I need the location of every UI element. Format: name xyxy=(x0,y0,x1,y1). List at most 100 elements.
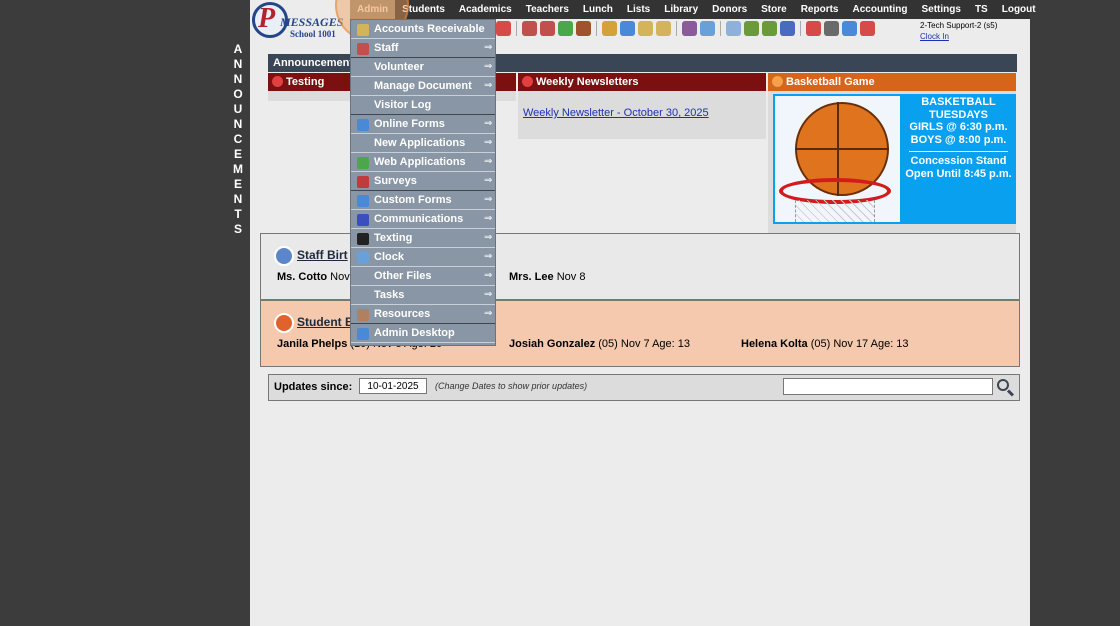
person-icon[interactable] xyxy=(682,21,697,36)
card-icon[interactable] xyxy=(744,21,759,36)
stack-icon[interactable] xyxy=(824,21,839,36)
nav-donors[interactable]: Donors xyxy=(705,0,754,19)
staff-date: Nov xyxy=(330,271,350,283)
people-icon[interactable] xyxy=(576,21,591,36)
user-name: 2-Tech Support-2 (s5) xyxy=(920,21,998,30)
announcement-icon xyxy=(522,76,533,87)
nav-store[interactable]: Store xyxy=(754,0,794,19)
staff-date: Nov 8 xyxy=(556,271,586,283)
menu-item-label: Communications xyxy=(374,213,464,225)
printer-icon[interactable] xyxy=(762,21,777,36)
vertical-letter: C xyxy=(233,132,243,146)
submenu-arrow-icon: ⇒ xyxy=(484,175,493,186)
power-icon[interactable] xyxy=(860,21,875,36)
menu-item-surveys[interactable]: Surveys ⇒ xyxy=(351,172,495,191)
student-name: Josiah Gonzalez xyxy=(509,338,596,350)
pencil-icon[interactable] xyxy=(638,21,653,36)
toolbar-separator xyxy=(516,21,517,36)
nav-logout[interactable]: Logout xyxy=(995,0,1043,19)
toolbar-separator xyxy=(676,21,677,36)
student-birthdays-title[interactable]: Student B xyxy=(297,315,354,329)
basketball-poster[interactable]: BASKETBALL TUESDAYS GIRLS @ 6:30 p.m. BO… xyxy=(773,94,1016,224)
online-forms-icon xyxy=(357,119,369,131)
menu-item-other-files[interactable]: Other Files ⇒ xyxy=(351,267,495,286)
menu-item-label: Visitor Log xyxy=(374,99,432,111)
menu-item-resources[interactable]: Resources ⇒ xyxy=(351,305,495,324)
student-icon[interactable] xyxy=(540,21,555,36)
announcement-icon xyxy=(272,76,283,87)
cake-icon xyxy=(274,246,294,266)
newsletter-card-header[interactable]: Weekly Newsletters xyxy=(518,73,766,91)
updates-date-input[interactable] xyxy=(359,378,427,394)
nav-lists[interactable]: Lists xyxy=(620,0,657,19)
nav-ts[interactable]: TS xyxy=(968,0,995,19)
search-input[interactable] xyxy=(783,378,993,395)
menu-item-volunteer[interactable]: Volunteer ⇒ xyxy=(351,58,495,77)
menu-item-web-applications[interactable]: Web Applications ⇒ xyxy=(351,153,495,172)
menu-item-communications[interactable]: Communications ⇒ xyxy=(351,210,495,229)
web-applications-icon xyxy=(357,157,369,169)
nav-academics[interactable]: Academics xyxy=(452,0,519,19)
poster-line: TUESDAYS xyxy=(929,108,988,121)
menu-item-label: Texting xyxy=(374,232,413,244)
menu-item-new-applications[interactable]: New Applications ⇒ xyxy=(351,134,495,153)
submenu-arrow-icon: ⇒ xyxy=(484,137,493,148)
menu-item-label: Other Files xyxy=(374,270,432,282)
student-birthday-entry: Josiah Gonzalez (05) Nov 7 Age: 13 xyxy=(509,338,690,350)
menu-item-accounts-receivable[interactable]: Accounts Receivable xyxy=(351,20,495,39)
nav-students[interactable]: Students xyxy=(395,0,452,19)
nav-library[interactable]: Library xyxy=(657,0,705,19)
menu-item-online-forms[interactable]: Online Forms ⇒ xyxy=(351,115,495,134)
ap-icon[interactable] xyxy=(780,21,795,36)
nav-accounting[interactable]: Accounting xyxy=(846,0,915,19)
vertical-letter: N xyxy=(233,57,243,71)
lunch-icon[interactable] xyxy=(602,21,617,36)
staff-name: Mrs. Lee xyxy=(509,271,554,283)
announcements-vertical-label: ANNOUNCEMENTS xyxy=(232,42,244,237)
menu-item-clock[interactable]: Clock ⇒ xyxy=(351,248,495,267)
ball-seam xyxy=(795,148,889,150)
menu-item-custom-forms[interactable]: Custom Forms ⇒ xyxy=(351,191,495,210)
menu-item-label: New Applications xyxy=(374,137,466,149)
clock-icon[interactable] xyxy=(700,21,715,36)
menu-item-staff[interactable]: Staff ⇒ xyxy=(351,39,495,58)
newsletter-card-title: Weekly Newsletters xyxy=(536,76,639,88)
poster-text: BASKETBALL TUESDAYS GIRLS @ 6:30 p.m. BO… xyxy=(901,94,1016,180)
book-icon[interactable] xyxy=(620,21,635,36)
menu-item-manage-document[interactable]: Manage Document ⇒ xyxy=(351,77,495,96)
nav-settings[interactable]: Settings xyxy=(915,0,968,19)
nav-reports[interactable]: Reports xyxy=(794,0,846,19)
nav-admin[interactable]: Admin xyxy=(350,0,396,19)
nav-lunch[interactable]: Lunch xyxy=(576,0,620,19)
menu-item-label: Online Forms xyxy=(374,118,445,130)
clock-in-link[interactable]: Clock In xyxy=(920,32,949,41)
staff-birthdays-title[interactable]: Staff Birt xyxy=(297,248,348,262)
newsletter-link[interactable]: Weekly Newsletter - October 30, 2025 xyxy=(523,107,709,119)
search-button[interactable] xyxy=(995,377,1015,397)
menu-item-label: Custom Forms xyxy=(374,194,452,206)
pdf-icon[interactable] xyxy=(806,21,821,36)
calendar-icon[interactable] xyxy=(726,21,741,36)
basketball-card-header[interactable]: Basketball Game xyxy=(768,73,1016,91)
envelope-icon[interactable] xyxy=(656,21,671,36)
updates-since-label: Updates since: xyxy=(274,381,353,393)
toolbar-separator xyxy=(596,21,597,36)
flag-icon[interactable] xyxy=(496,21,511,36)
menu-item-tasks[interactable]: Tasks ⇒ xyxy=(351,286,495,305)
help-icon[interactable] xyxy=(842,21,857,36)
menu-item-admin-desktop[interactable]: Admin Desktop xyxy=(351,324,495,343)
menu-item-label: Clock xyxy=(374,251,404,263)
teacher-icon[interactable] xyxy=(522,21,537,36)
menu-item-visitor-log[interactable]: Visitor Log xyxy=(351,96,495,115)
menu-item-label: Staff xyxy=(374,42,399,54)
menu-item-texting[interactable]: Texting ⇒ xyxy=(351,229,495,248)
nav-teachers[interactable]: Teachers xyxy=(519,0,576,19)
school-name: School 1001 xyxy=(290,29,336,39)
menu-item-label: Resources xyxy=(374,308,431,320)
vertical-letter: T xyxy=(234,207,242,221)
menu-item-label: Web Applications xyxy=(374,156,466,168)
school-logo[interactable]: P MESSAGES School 1001 xyxy=(252,2,348,40)
money-icon[interactable] xyxy=(558,21,573,36)
poster-line: Concession Stand xyxy=(910,155,1007,167)
toolbar-separator xyxy=(720,21,721,36)
